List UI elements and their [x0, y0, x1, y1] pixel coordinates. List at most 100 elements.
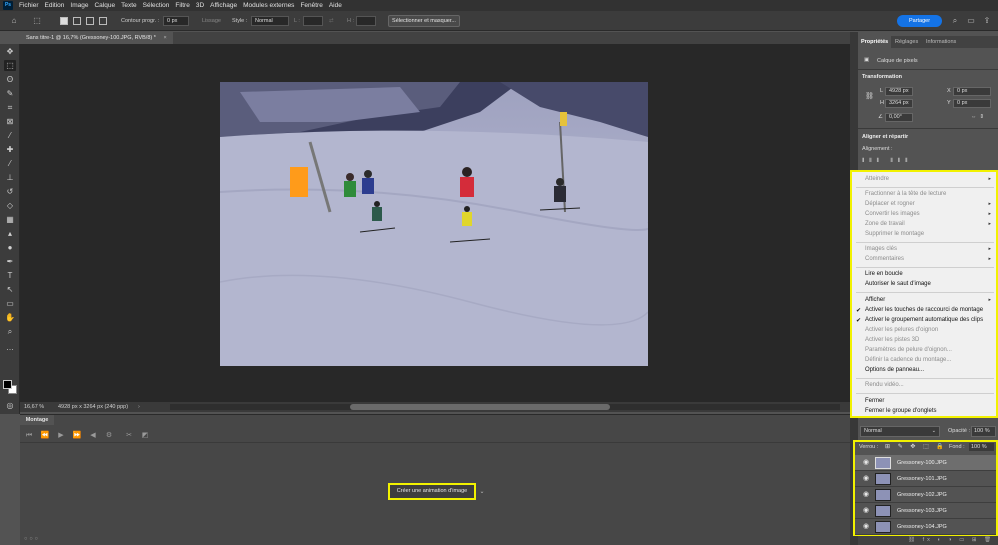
menu-selection[interactable]: Sélection — [143, 2, 170, 9]
more-tools-icon[interactable]: … — [4, 342, 16, 353]
layer-row[interactable]: ◉ Gressoney-102.JPG — [855, 487, 996, 503]
foreground-color-swatch[interactable] — [3, 380, 12, 389]
close-icon[interactable]: × — [163, 35, 166, 41]
menu-modules-externes[interactable]: Modules externes — [243, 2, 294, 9]
play-icon[interactable]: ▶ — [56, 431, 66, 441]
share-icon[interactable]: ⇪ — [982, 16, 992, 26]
create-frame-animation-button[interactable]: Créer une animation d'image — [388, 483, 476, 500]
eye-icon[interactable]: ◉ — [861, 458, 871, 468]
menu-item-onion-skins[interactable]: Activer les pelures d'oignon — [865, 327, 938, 333]
menu-fichier[interactable]: Fichier — [19, 2, 39, 9]
align-buttons-icons[interactable]: ⫴⫴⫴ ⫴⫴⫴ — [862, 158, 912, 165]
stamp-tool-icon[interactable]: ⊥ — [4, 172, 16, 183]
menu-item-shortcut-keys[interactable]: Activer les touches de raccourci de mont… — [865, 307, 983, 313]
width-field[interactable]: 4928 px — [885, 87, 913, 96]
transform-title[interactable]: Transformation — [862, 74, 902, 80]
tab-info[interactable]: Informations — [926, 36, 956, 48]
menu-item-frame-rate[interactable]: Définir la cadence du montage... — [865, 357, 951, 363]
zoom-level[interactable]: 16,67 % — [24, 402, 44, 412]
settings-icon[interactable]: ⚙ — [104, 431, 114, 441]
move-tool-icon[interactable]: ✥ — [4, 46, 16, 57]
next-frame-icon[interactable]: ⏩ — [72, 431, 82, 441]
layers-footer-icons[interactable]: ⛓ fx ◐ ◑ ▭ ⊞ 🗑 — [858, 536, 998, 545]
history-brush-icon[interactable]: ↺ — [4, 186, 16, 197]
hand-tool-icon[interactable]: ✋ — [4, 312, 16, 323]
previous-frame-icon[interactable]: ⏪ — [40, 431, 50, 441]
quick-select-tool-icon[interactable]: ✎ — [4, 88, 16, 99]
menu-item-close[interactable]: Fermer — [865, 398, 884, 404]
link-icon[interactable]: ⛓ — [865, 92, 874, 100]
pen-tool-icon[interactable]: ✒ — [4, 256, 16, 267]
eye-icon[interactable]: ◉ — [861, 522, 871, 532]
subtract-selection-icon[interactable] — [86, 17, 94, 25]
timeline-tab[interactable]: Montage — [20, 415, 54, 425]
workspace-icon[interactable]: ▭ — [966, 16, 976, 26]
chevron-down-icon[interactable]: ⌄ — [478, 488, 486, 496]
feather-input[interactable]: 0 px — [163, 16, 189, 26]
type-tool-icon[interactable]: T — [4, 270, 16, 281]
eye-icon[interactable]: ◉ — [861, 474, 871, 484]
style-select[interactable]: Normal — [251, 16, 289, 26]
quick-mask-icon[interactable]: ◎ — [4, 400, 16, 411]
frame-tool-icon[interactable]: ⊠ — [4, 116, 16, 127]
home-icon[interactable]: ⌂ — [9, 16, 19, 26]
width-input[interactable] — [303, 16, 323, 26]
brush-tool-icon[interactable]: ⁄ — [4, 158, 16, 169]
menu-item-onion-settings[interactable]: Paramètres de pelure d'oignon... — [865, 347, 952, 353]
add-selection-icon[interactable] — [73, 17, 81, 25]
split-scissors-icon[interactable]: ✂ — [124, 431, 134, 441]
menu-item-comments[interactable]: Commentaires — [865, 256, 904, 262]
opacity-field[interactable]: 100 % — [971, 426, 996, 437]
swap-icon[interactable]: ⇄ — [329, 16, 334, 26]
transition-icon[interactable]: ◩ — [140, 431, 150, 441]
layer-row[interactable]: ◉ Gressoney-100.JPG — [855, 455, 996, 471]
menu-image[interactable]: Image — [70, 2, 88, 9]
dodge-tool-icon[interactable]: ● — [4, 242, 16, 253]
select-and-mask-button[interactable]: Sélectionner et masquer... — [388, 15, 460, 27]
lasso-tool-icon[interactable]: ʘ — [4, 74, 16, 85]
menu-item-split[interactable]: Fractionner à la tête de lecture — [865, 191, 946, 197]
menu-edition[interactable]: Edition — [45, 2, 65, 9]
menu-item-goto[interactable]: Atteindre — [865, 176, 889, 182]
healing-tool-icon[interactable]: ✚ — [4, 144, 16, 155]
tab-adjustments[interactable]: Réglages — [895, 36, 918, 48]
gradient-tool-icon[interactable]: ▦ — [4, 214, 16, 225]
canvas-area[interactable] — [20, 44, 850, 402]
blend-mode-select[interactable]: Normal ⌄ — [860, 426, 940, 437]
share-button[interactable]: Partager — [897, 15, 942, 27]
lock-icons[interactable]: ⊞ ✎ ✥ ⬚ 🔒 — [885, 442, 947, 452]
menu-item-loop[interactable]: Lire en boucle — [865, 271, 903, 277]
menu-item-move-trim[interactable]: Déplacer et rogner — [865, 201, 915, 207]
layer-row[interactable]: ◉ Gressoney-101.JPG — [855, 471, 996, 487]
menu-item-keyframes[interactable]: Images clés — [865, 246, 897, 252]
menu-item-auto-grouping[interactable]: Activer le groupement automatique des cl… — [865, 317, 983, 323]
menu-item-work-area[interactable]: Zone de travail — [865, 221, 905, 227]
align-title[interactable]: Aligner et répartir — [862, 134, 908, 140]
eraser-tool-icon[interactable]: ◇ — [4, 200, 16, 211]
path-select-tool-icon[interactable]: ↖ — [4, 284, 16, 295]
eyedropper-tool-icon[interactable]: ⁄ — [4, 130, 16, 141]
layer-row[interactable]: ◉ Gressoney-103.JPG — [855, 503, 996, 519]
menu-fenetre[interactable]: Fenêtre — [300, 2, 322, 9]
angle-field[interactable]: 0,00° — [885, 113, 913, 122]
chevron-right-icon[interactable]: › — [138, 402, 140, 412]
document-tab[interactable]: Sans titre-1 @ 16,7% (Gressoney-100.JPG,… — [20, 32, 173, 44]
eye-icon[interactable]: ◉ — [861, 490, 871, 500]
menu-3d[interactable]: 3D — [196, 2, 204, 9]
antialias-checkbox[interactable]: Lissage — [202, 16, 221, 26]
menu-item-convert-frames[interactable]: Convertir les images — [865, 211, 920, 217]
search-icon[interactable]: ⌕ — [950, 16, 960, 26]
menu-item-delete-timeline[interactable]: Supprimer le montage — [865, 231, 924, 237]
layer-row[interactable]: ◉ Gressoney-104.JPG — [855, 519, 996, 535]
scrollbar-thumb[interactable] — [350, 404, 610, 410]
first-frame-icon[interactable]: ⏮ — [24, 431, 34, 441]
menu-filtre[interactable]: Filtre — [175, 2, 189, 9]
menu-affichage[interactable]: Affichage — [210, 2, 237, 9]
menu-aide[interactable]: Aide — [329, 2, 342, 9]
menu-item-panel-options[interactable]: Options de panneau... — [865, 367, 924, 373]
height-input[interactable] — [356, 16, 376, 26]
flip-icons[interactable]: ⇔⇕ — [971, 114, 987, 120]
crop-tool-icon[interactable]: ⌗ — [4, 102, 16, 113]
fill-field[interactable]: 100 % — [969, 443, 994, 451]
horizontal-scrollbar[interactable] — [170, 404, 840, 410]
